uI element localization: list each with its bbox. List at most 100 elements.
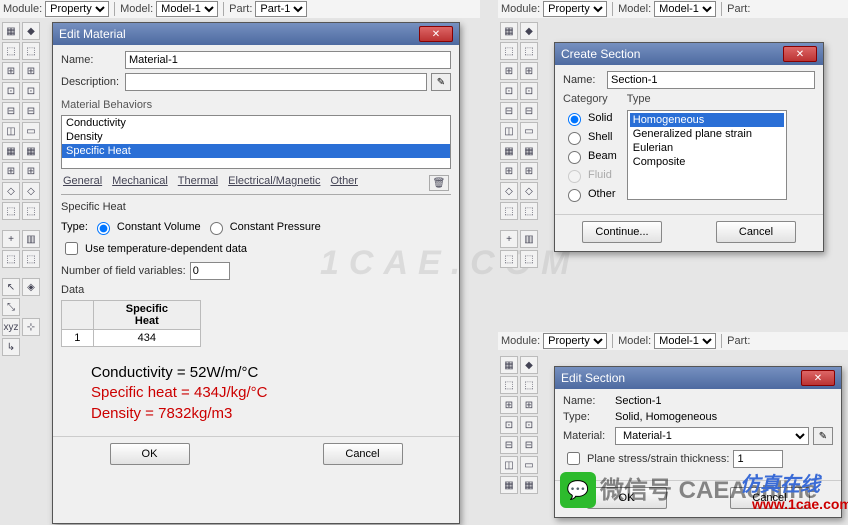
tool-icon[interactable]: ⊞	[22, 62, 40, 80]
edit-icon[interactable]: ✎	[431, 73, 451, 91]
model-dropdown[interactable]: Model-1	[654, 1, 716, 17]
temp-dependent-checkbox[interactable]	[65, 242, 78, 255]
tool-icon[interactable]: ⬚	[22, 250, 40, 268]
continue-button[interactable]: Continue...	[582, 221, 662, 243]
field-vars-input[interactable]	[190, 262, 230, 280]
model-dropdown[interactable]: Model-1	[654, 333, 716, 349]
data-table[interactable]: Specific Heat 1434	[61, 300, 201, 347]
tool-icon[interactable]: ▦	[520, 142, 538, 160]
list-item[interactable]: Eulerian	[630, 141, 784, 155]
tool-icon[interactable]: ▭	[22, 122, 40, 140]
constant-volume-radio[interactable]	[97, 222, 110, 235]
tool-icon[interactable]: ▭	[520, 122, 538, 140]
tool-icon[interactable]: ◆	[520, 22, 538, 40]
thickness-checkbox[interactable]	[567, 452, 580, 465]
constant-pressure-radio[interactable]	[210, 222, 223, 235]
tool-icon[interactable]: ⊞	[520, 62, 538, 80]
tool-icon[interactable]: ▦	[520, 476, 538, 494]
close-icon[interactable]: ✕	[783, 46, 817, 62]
tool-icon[interactable]: ⊞	[2, 62, 20, 80]
tool-icon[interactable]: ⬚	[22, 202, 40, 220]
delete-icon[interactable]: 🗑	[429, 175, 449, 191]
tool-icon[interactable]: ⬚	[22, 42, 40, 60]
tool-icon[interactable]: ⬚	[520, 42, 538, 60]
module-dropdown[interactable]: Property	[45, 1, 109, 17]
tab-thermal[interactable]: Thermal	[178, 175, 218, 191]
name-input[interactable]	[607, 71, 815, 89]
cat-solid-radio[interactable]	[568, 113, 581, 126]
tab-mechanical[interactable]: Mechanical	[112, 175, 168, 191]
tool-icon[interactable]: ◇	[22, 182, 40, 200]
tool-icon[interactable]: ⬚	[520, 376, 538, 394]
tool-icon[interactable]: ◫	[500, 456, 518, 474]
cancel-button[interactable]: Cancel	[716, 221, 796, 243]
tool-icon[interactable]: ▦	[500, 142, 518, 160]
tool-icon[interactable]: ◆	[520, 356, 538, 374]
tool-icon[interactable]: ⬚	[2, 250, 20, 268]
tool-icon[interactable]: ↖	[2, 278, 20, 296]
list-item[interactable]: Density	[62, 130, 450, 144]
tool-icon[interactable]: ⬚	[520, 202, 538, 220]
tab-electrical[interactable]: Electrical/Magnetic	[228, 175, 320, 191]
tool-icon[interactable]: ⬚	[2, 202, 20, 220]
cat-other-radio[interactable]	[568, 189, 581, 202]
tool-icon[interactable]: ⊡	[22, 82, 40, 100]
tool-icon[interactable]: ⊞	[520, 396, 538, 414]
tool-icon[interactable]: ⊟	[520, 102, 538, 120]
cancel-button[interactable]: Cancel	[323, 443, 403, 465]
tool-icon[interactable]: ⊟	[500, 102, 518, 120]
close-icon[interactable]: ✕	[801, 370, 835, 386]
tab-general[interactable]: General	[63, 175, 102, 191]
tool-icon[interactable]: ⊹	[22, 318, 40, 336]
tool-icon[interactable]: ▭	[520, 456, 538, 474]
close-icon[interactable]: ✕	[419, 26, 453, 42]
tool-icon[interactable]: ⬚	[500, 42, 518, 60]
tool-icon[interactable]: ⊡	[2, 82, 20, 100]
module-dropdown[interactable]: Property	[543, 333, 607, 349]
list-item[interactable]: Homogeneous	[630, 113, 784, 127]
tool-icon[interactable]: ⊡	[520, 82, 538, 100]
tool-icon[interactable]: ⊟	[520, 436, 538, 454]
thickness-input[interactable]	[733, 450, 783, 468]
dialog-titlebar[interactable]: Edit Section ✕	[555, 367, 841, 389]
tool-icon[interactable]: +	[500, 230, 518, 248]
tool-icon[interactable]: ▦	[2, 142, 20, 160]
tool-icon[interactable]: ◫	[500, 122, 518, 140]
tool-icon[interactable]: ▦	[2, 22, 20, 40]
material-dropdown[interactable]: Material-1	[615, 427, 809, 445]
tool-icon[interactable]: ⬚	[500, 250, 518, 268]
tool-icon[interactable]: ⊞	[500, 396, 518, 414]
tool-icon[interactable]: ⊟	[22, 102, 40, 120]
tool-icon[interactable]: ⊞	[500, 162, 518, 180]
ok-button[interactable]: OK	[587, 487, 667, 509]
behaviors-list[interactable]: Conductivity Density Specific Heat	[61, 115, 451, 169]
part-dropdown[interactable]: Part-1	[255, 1, 307, 17]
tool-icon[interactable]: ⊡	[500, 82, 518, 100]
tool-icon[interactable]: ⊡	[520, 416, 538, 434]
tool-icon[interactable]: ▥	[520, 230, 538, 248]
tool-icon[interactable]: ⬚	[520, 250, 538, 268]
name-input[interactable]	[125, 51, 451, 69]
list-item[interactable]: Specific Heat	[62, 144, 450, 158]
tool-icon[interactable]: ◈	[22, 278, 40, 296]
tool-icon[interactable]: ⊞	[500, 62, 518, 80]
tool-icon[interactable]: ▦	[500, 22, 518, 40]
tool-icon[interactable]: ⬚	[500, 376, 518, 394]
tool-icon[interactable]: ⊞	[520, 162, 538, 180]
tool-icon[interactable]: ⊟	[500, 436, 518, 454]
material-edit-icon[interactable]: ✎	[813, 427, 833, 445]
tool-icon[interactable]: ▦	[500, 356, 518, 374]
tool-icon[interactable]: ◇	[500, 182, 518, 200]
tool-icon[interactable]: ◇	[2, 182, 20, 200]
tool-icon[interactable]: ⬚	[2, 42, 20, 60]
type-list[interactable]: Homogeneous Generalized plane strain Eul…	[627, 110, 787, 200]
description-input[interactable]	[125, 73, 427, 91]
cancel-button[interactable]: Cancel	[730, 487, 810, 509]
tool-icon[interactable]: ↳	[2, 338, 20, 356]
cat-beam-radio[interactable]	[568, 151, 581, 164]
dialog-titlebar[interactable]: Edit Material ✕	[53, 23, 459, 45]
list-item[interactable]: Composite	[630, 155, 784, 169]
tool-icon[interactable]: ◇	[520, 182, 538, 200]
tool-icon[interactable]: xyz	[2, 318, 20, 336]
tool-icon[interactable]: +	[2, 230, 20, 248]
